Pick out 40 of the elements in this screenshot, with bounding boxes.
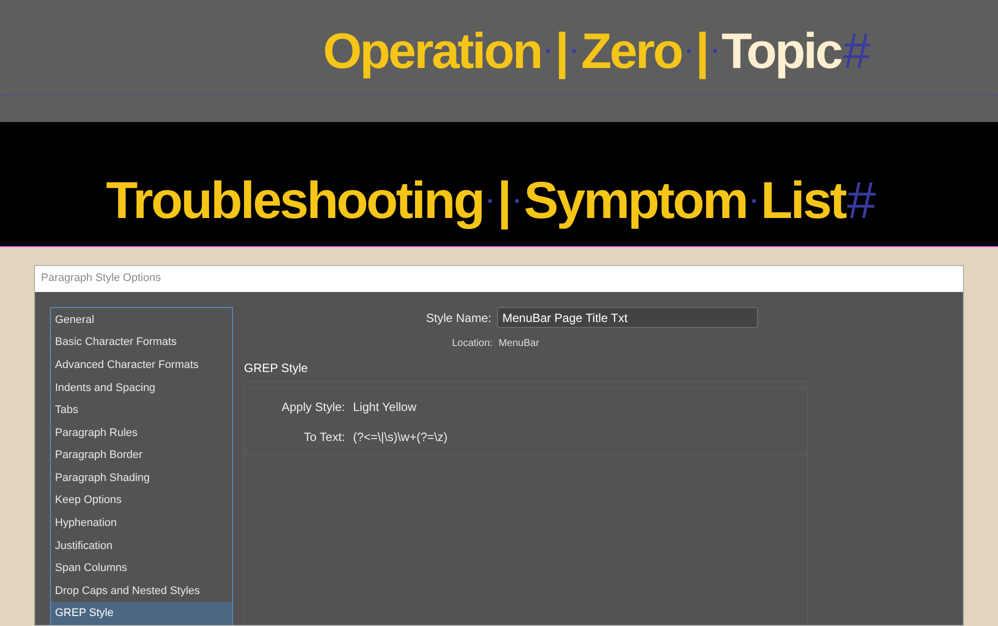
category-item[interactable]: Paragraph Shading <box>51 466 232 490</box>
category-item[interactable]: General <box>51 308 232 332</box>
end-of-story-marker: # <box>846 174 874 227</box>
space-marker-icon <box>712 48 716 53</box>
category-item[interactable]: Indents and Spacing <box>51 376 232 400</box>
category-item[interactable]: Hyphenation <box>51 512 232 535</box>
location-value: MenuBar <box>498 336 540 351</box>
headline-text: Zero <box>581 26 682 76</box>
category-item[interactable]: Advanced Character Formats <box>51 354 232 376</box>
space-marker-icon <box>572 48 576 53</box>
category-item[interactable]: Justification <box>51 534 232 558</box>
end-of-story-marker: # <box>842 26 868 76</box>
dialog-title: Paragraph Style Options <box>41 271 161 286</box>
category-item[interactable]: Basic Character Formats <box>51 331 232 354</box>
space-marker-icon <box>686 48 690 53</box>
space-marker-icon <box>752 198 756 203</box>
style-name-field[interactable]: MenuBar Page Title Txt <box>497 307 758 328</box>
section-title: GREP Style <box>244 360 308 377</box>
headline-text: List <box>760 174 846 227</box>
space-marker-icon <box>514 198 519 203</box>
headline-text: Symptom <box>524 174 747 227</box>
category-item[interactable]: GREP Style <box>51 602 232 625</box>
location-label: Location: <box>452 336 493 351</box>
category-item[interactable]: Paragraph Border <box>51 444 232 467</box>
space-marker-icon <box>546 48 550 53</box>
to-text-label: To Text: <box>302 428 345 446</box>
style-name-label: Style Name: <box>426 310 492 327</box>
category-item[interactable]: Tabs <box>51 399 232 422</box>
category-item[interactable]: Drop Caps and Nested Styles <box>51 580 232 602</box>
headline-text: | <box>497 174 510 227</box>
to-text-value[interactable]: (?<=\|\s)\w+(?=\z) <box>353 428 448 446</box>
category-item[interactable]: Paragraph Rules <box>51 422 232 444</box>
apply-style-label: Apply Style: <box>280 398 345 416</box>
space-marker-icon <box>488 198 492 203</box>
category-item[interactable]: Span Columns <box>51 557 232 580</box>
category-item[interactable]: Keep Options <box>51 489 232 512</box>
headline-text: Troubleshooting <box>106 174 484 227</box>
headline-text: Operation <box>323 26 542 76</box>
headline-text: Topic <box>722 26 842 76</box>
apply-style-value[interactable]: Light Yellow <box>353 398 416 416</box>
